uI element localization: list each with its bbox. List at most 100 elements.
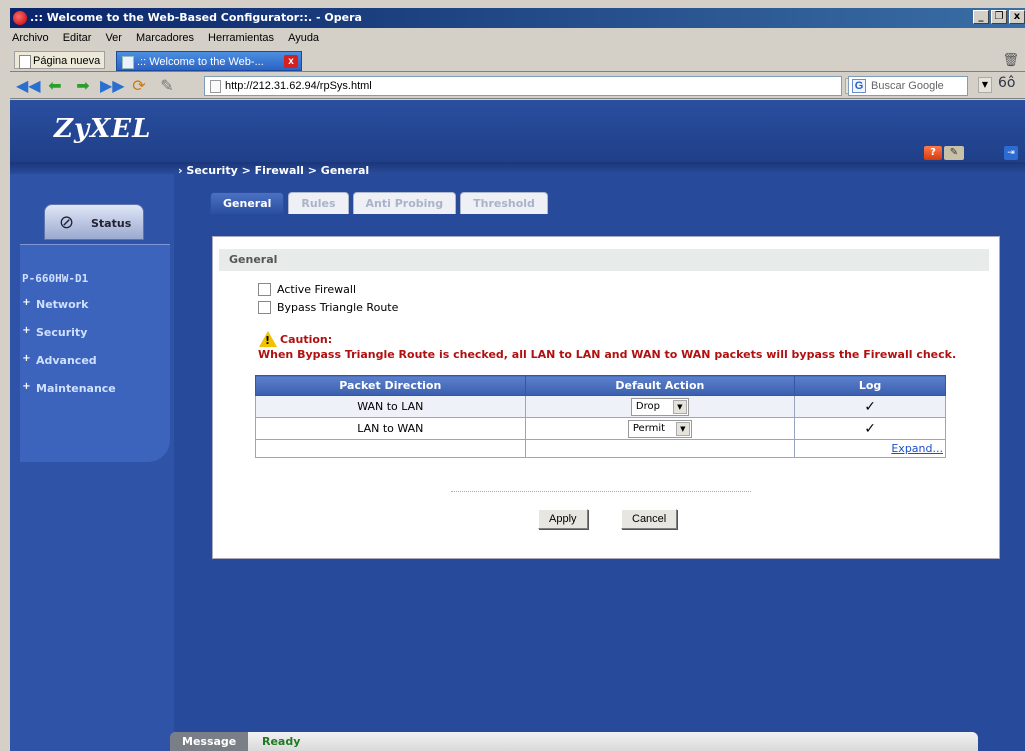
content-panel: General Active Firewall Bypass Triangle … (212, 236, 1000, 559)
search-input[interactable]: G Buscar Google (848, 76, 968, 96)
google-icon: G (852, 79, 866, 93)
tab-general[interactable]: General (210, 192, 285, 214)
sidebar-item-security[interactable]: Security (22, 325, 87, 339)
reload-icon[interactable]: ⟳ (128, 76, 150, 96)
caution-text: When Bypass Triangle Route is checked, a… (258, 348, 957, 361)
menu-marcadores[interactable]: Marcadores (136, 28, 194, 48)
browser-tab-bar: Página nueva .:: Welcome to the Web-... … (10, 48, 1025, 72)
empty-cell (524, 439, 796, 458)
model-name: P-660HW-D1 (22, 272, 89, 285)
menu-herramientas[interactable]: Herramientas (208, 28, 274, 48)
chevron-down-icon: ▼ (672, 399, 687, 414)
forward-icon[interactable]: ➡ (72, 76, 94, 96)
title-bar: .:: Welcome to the Web-Based Configurato… (10, 8, 1025, 28)
status-label: Status (91, 217, 132, 230)
router-page: ZyXEL ? ✎ ⇥ ⊘ Status P-660HW-D1 Network … (10, 100, 1025, 751)
action-select[interactable]: Permit ▼ (627, 419, 692, 438)
log-cell: ✓ (794, 417, 946, 440)
menu-ayuda[interactable]: Ayuda (288, 28, 319, 48)
bypass-triangle-checkbox[interactable] (258, 301, 271, 314)
address-toolbar: ◀◀ ⬅ ➡ ▶▶ ⟳ ✎ http://212.31.62.94/rpSys.… (10, 73, 1025, 99)
bypass-triangle-row: Bypass Triangle Route (258, 301, 398, 314)
wizard-icon[interactable]: ✎ (944, 146, 964, 160)
page-tabs: General Rules Anti Probing Threshold (210, 192, 548, 214)
header-packet-direction: Packet Direction (255, 375, 526, 396)
expand-link[interactable]: Expand... (795, 442, 945, 455)
sidebar: ⊘ Status P-660HW-D1 Network Security Adv… (10, 174, 174, 751)
maximize-button[interactable]: ❐ (991, 10, 1007, 24)
router-icon: ⊘ (59, 212, 75, 233)
section-title: General (219, 249, 989, 271)
table-row: LAN to WAN Permit ▼ ✓ (255, 417, 946, 440)
menu-ver[interactable]: Ver (105, 28, 122, 48)
action-cell: Drop ▼ (524, 395, 796, 418)
message-label: Message (170, 732, 248, 751)
active-firewall-label: Active Firewall (277, 283, 357, 296)
close-tab-icon[interactable]: x (284, 55, 298, 68)
menu-editar[interactable]: Editar (63, 28, 92, 48)
menu-bar: Archivo Editar Ver Marcadores Herramient… (10, 28, 1025, 48)
new-page-tab[interactable]: Página nueva (14, 51, 106, 69)
active-browser-tab[interactable]: .:: Welcome to the Web-... x (116, 51, 302, 71)
action-cell: Permit ▼ (524, 417, 796, 440)
search-dropdown-icon[interactable]: ▼ (978, 77, 992, 93)
empty-cell (255, 439, 526, 458)
active-tab-label: .:: Welcome to the Web-... (137, 56, 264, 68)
breadcrumb-arrow-icon: › (178, 164, 183, 177)
sidebar-item-maintenance[interactable]: Maintenance (22, 381, 116, 395)
sidebar-item-network[interactable]: Network (22, 297, 88, 311)
table-header-row: Packet Direction Default Action Log (255, 375, 946, 396)
message-text: Ready (262, 735, 301, 748)
direction-cell: LAN to WAN (255, 417, 526, 440)
action-select[interactable]: Drop ▼ (630, 397, 689, 416)
zyxel-logo: ZyXEL (54, 114, 152, 144)
back-icon[interactable]: ⬅ (44, 76, 66, 96)
expand-cell: Expand... (794, 439, 946, 458)
trash-icon[interactable]: 🗑 (1002, 53, 1019, 68)
window-controls: _ ❐ x (973, 10, 1025, 24)
table-footer-row: Expand... (255, 439, 946, 458)
edit-icon[interactable]: ✎ (156, 76, 178, 96)
status-button[interactable]: ⊘ Status (44, 204, 144, 240)
url-text: http://212.31.62.94/rpSys.html (225, 80, 372, 92)
menu-archivo[interactable]: Archivo (12, 28, 49, 48)
address-input[interactable]: http://212.31.62.94/rpSys.html ▼ (204, 76, 859, 96)
active-firewall-row: Active Firewall (258, 283, 356, 296)
apply-button[interactable]: Apply (538, 509, 588, 529)
page-header: ZyXEL ? ✎ ⇥ (10, 100, 1025, 162)
chevron-down-icon: ▼ (675, 421, 690, 436)
cancel-button[interactable]: Cancel (621, 509, 678, 529)
help-icon[interactable]: ? (924, 146, 942, 160)
action-value: Drop (635, 400, 660, 412)
opera-icon (13, 11, 27, 25)
fast-forward-icon[interactable]: ▶▶ (100, 76, 125, 96)
active-firewall-checkbox[interactable] (258, 283, 271, 296)
tab-threshold[interactable]: Threshold (460, 192, 548, 214)
table-row: WAN to LAN Drop ▼ ✓ (255, 395, 946, 418)
logout-icon[interactable]: ⇥ (1004, 146, 1018, 160)
message-bar: Message Ready (170, 732, 978, 751)
direction-cell: WAN to LAN (255, 395, 526, 418)
header-log: Log (794, 375, 946, 396)
log-checkbox[interactable]: ✓ (864, 399, 876, 415)
close-window-button[interactable]: x (1009, 10, 1025, 24)
header-default-action: Default Action (524, 375, 796, 396)
warning-icon (259, 331, 277, 347)
window-title: .:: Welcome to the Web-Based Configurato… (30, 11, 362, 24)
breadcrumb: › Security > Firewall > General (178, 164, 369, 177)
tab-anti-probing[interactable]: Anti Probing (352, 192, 457, 214)
browser-window: .:: Welcome to the Web-Based Configurato… (10, 8, 1025, 751)
minimize-button[interactable]: _ (973, 10, 989, 24)
firewall-table: Packet Direction Default Action Log WAN … (255, 375, 946, 458)
nav-icons: ◀◀ ⬅ ➡ ▶▶ ⟳ ✎ (16, 76, 178, 96)
header-stripe (10, 162, 1025, 174)
log-cell: ✓ (794, 395, 946, 418)
log-checkbox[interactable]: ✓ (864, 421, 876, 437)
bypass-triangle-label: Bypass Triangle Route (277, 301, 399, 314)
zoom-icon[interactable]: 6ô (998, 75, 1015, 91)
tab-rules[interactable]: Rules (288, 192, 349, 214)
action-value: Permit (632, 422, 666, 434)
divider (451, 491, 751, 492)
rewind-icon[interactable]: ◀◀ (16, 76, 41, 96)
sidebar-item-advanced[interactable]: Advanced (22, 353, 97, 367)
